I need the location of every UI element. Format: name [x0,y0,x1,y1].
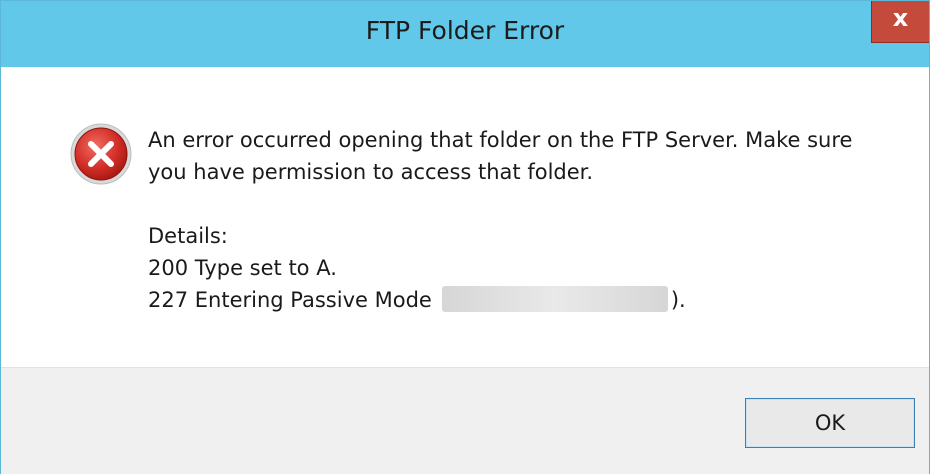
error-icon [70,123,132,185]
close-icon: x [892,4,909,32]
error-message: An error occurred opening that folder on… [148,128,853,184]
details-line-passive: 227 Entering Passive Mode). [148,284,686,316]
dialog-title: FTP Folder Error [365,16,565,45]
redacted-block [441,286,668,312]
dialog-content: An error occurred opening that folder on… [1,67,929,367]
error-details: Details: 200 Type set to A. 227 Entering… [148,220,686,316]
close-button[interactable]: x [871,1,929,43]
details-label: Details: [148,224,228,248]
details-line-suffix: ). [670,288,686,312]
title-bar[interactable]: FTP Folder Error x [1,1,929,67]
details-line: 200 Type set to A. [148,256,337,280]
error-dialog: FTP Folder Error x An error occurred ope… [0,0,930,474]
details-line-prefix: 227 Entering Passive Mode [148,288,432,312]
dialog-footer: OK [1,367,929,474]
ok-button[interactable]: OK [745,398,915,448]
